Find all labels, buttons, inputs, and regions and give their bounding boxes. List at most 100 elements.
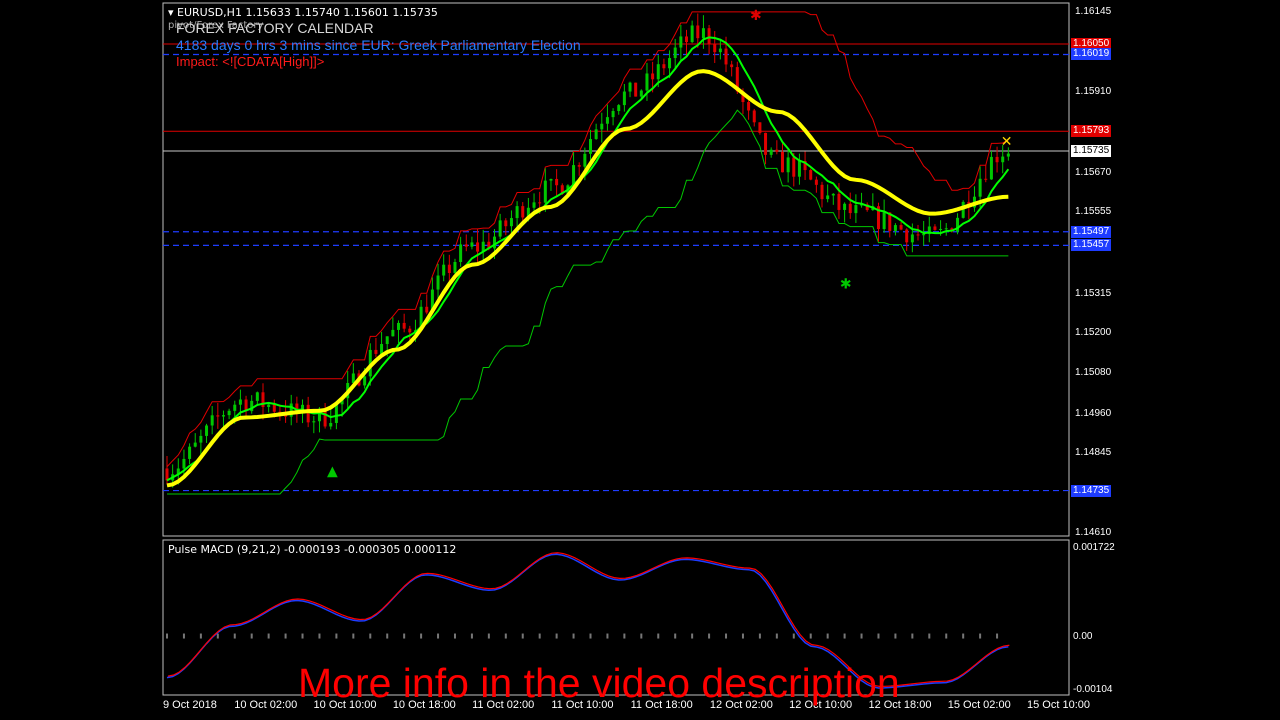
macd-histogram-bar	[589, 633, 592, 639]
candle-body	[617, 105, 621, 112]
candle-body	[668, 58, 672, 69]
candle-body	[837, 193, 841, 210]
time-tick: 10 Oct 02:00	[234, 699, 298, 711]
macd-histogram-bar	[945, 633, 948, 639]
candle-body	[329, 422, 333, 427]
signal-marker: ✕	[1001, 134, 1013, 150]
candle-body	[611, 111, 615, 118]
candle-body	[730, 64, 734, 68]
candle-body	[628, 82, 632, 92]
macd-histogram-bar	[267, 633, 270, 639]
price-tick: 1.14610	[1075, 527, 1112, 538]
promo-caption: More info in the video description	[298, 660, 900, 706]
candle-body	[944, 228, 948, 230]
macd-histogram-bar	[470, 633, 473, 639]
macd-histogram-bar	[538, 633, 541, 639]
candle-body	[233, 404, 237, 411]
candle-body	[182, 458, 186, 469]
candle-body	[216, 415, 220, 417]
macd-histogram-bar	[911, 633, 914, 639]
macd-histogram-bar	[928, 633, 931, 639]
macd-histogram-bar	[741, 633, 744, 639]
macd-histogram-bar	[708, 633, 711, 639]
candle-body	[814, 179, 818, 185]
macd-histogram-bar	[504, 633, 507, 639]
price-tag: 1.15457	[1071, 239, 1112, 252]
candle-body	[775, 149, 779, 152]
candle-body	[690, 25, 694, 43]
macd-histogram-bar	[216, 633, 219, 639]
macd-histogram-bar	[860, 633, 863, 639]
candle-body	[634, 82, 638, 97]
macd-tick: -0.00104	[1073, 684, 1113, 695]
candle-body	[656, 64, 660, 80]
macd-histogram-bar	[233, 633, 236, 639]
candle-body	[515, 206, 519, 219]
candle-body	[436, 275, 440, 290]
candle-body	[210, 415, 214, 426]
candle-body	[764, 132, 768, 155]
macd-histogram-bar	[877, 633, 880, 639]
candle-body	[854, 205, 858, 214]
candle-body	[464, 244, 468, 247]
candle-body	[639, 90, 643, 97]
macd-histogram-bar	[640, 633, 643, 639]
candle-body	[493, 236, 497, 249]
chart-canvas[interactable]: ▲ ✱ ✱ ✕	[0, 0, 1280, 720]
candle-body	[227, 410, 231, 416]
macd-histogram-bar	[826, 633, 829, 639]
macd-histogram-bar	[318, 633, 321, 639]
candle-body	[916, 234, 920, 236]
candle-body	[622, 91, 626, 106]
candle-body	[267, 404, 271, 408]
signal-marker: ✱	[840, 276, 852, 292]
macd-histogram-bar	[572, 633, 575, 639]
macd-histogram-bar	[775, 633, 778, 639]
macd-histogram-bar	[792, 633, 795, 639]
main-chart-frame	[162, 2, 1070, 537]
macd-histogram-bar	[301, 633, 304, 639]
dropdown-triangle-icon[interactable]: ▾	[168, 6, 174, 19]
candle-body	[684, 36, 688, 43]
candle-body	[792, 157, 796, 177]
candle-body	[809, 170, 813, 180]
candle-body	[385, 336, 389, 345]
candle-body	[380, 344, 384, 354]
macd-histogram-bar	[758, 633, 761, 639]
calendar-title: FOREX FACTORY CALENDAR	[176, 20, 374, 36]
candle-body	[532, 202, 536, 208]
signal-marker: ▲	[327, 463, 338, 479]
candle-body	[312, 421, 316, 423]
candle-body	[397, 322, 401, 330]
macd-histogram-bar	[437, 633, 440, 639]
time-tick: 15 Oct 02:00	[947, 699, 1011, 711]
macd-histogram-bar	[284, 633, 287, 639]
symbol-header[interactable]: ▾ EURUSD,H1 1.15633 1.15740 1.15601 1.15…	[168, 6, 438, 19]
candle-body	[769, 149, 773, 155]
macd-histogram-bar	[386, 633, 389, 639]
macd-tick: 0.00	[1073, 630, 1093, 642]
candle-body	[555, 178, 559, 186]
candle-body	[453, 261, 457, 273]
candle-body	[402, 322, 406, 329]
candle-body	[910, 234, 914, 243]
macd-histogram-bar	[996, 633, 999, 639]
macd-histogram-bar	[674, 633, 677, 639]
macd-tick: 0.001722	[1073, 542, 1115, 553]
candle-body	[521, 206, 525, 218]
candle-body	[589, 139, 592, 154]
price-tick: 1.15080	[1075, 367, 1112, 379]
candle-body	[470, 242, 474, 247]
candle-body	[221, 415, 225, 417]
candle-body	[673, 47, 677, 59]
macd-histogram-bar	[555, 633, 558, 639]
price-tag: 1.14735	[1071, 484, 1112, 497]
macd-histogram-bar	[623, 633, 626, 639]
price-tick: 1.15670	[1075, 167, 1112, 178]
macd-histogram-bar	[725, 633, 728, 639]
macd-histogram-bar	[691, 633, 694, 639]
candle-body	[425, 306, 429, 313]
candle-body	[583, 153, 587, 167]
candle-body	[391, 329, 395, 337]
candle-body	[272, 404, 276, 412]
